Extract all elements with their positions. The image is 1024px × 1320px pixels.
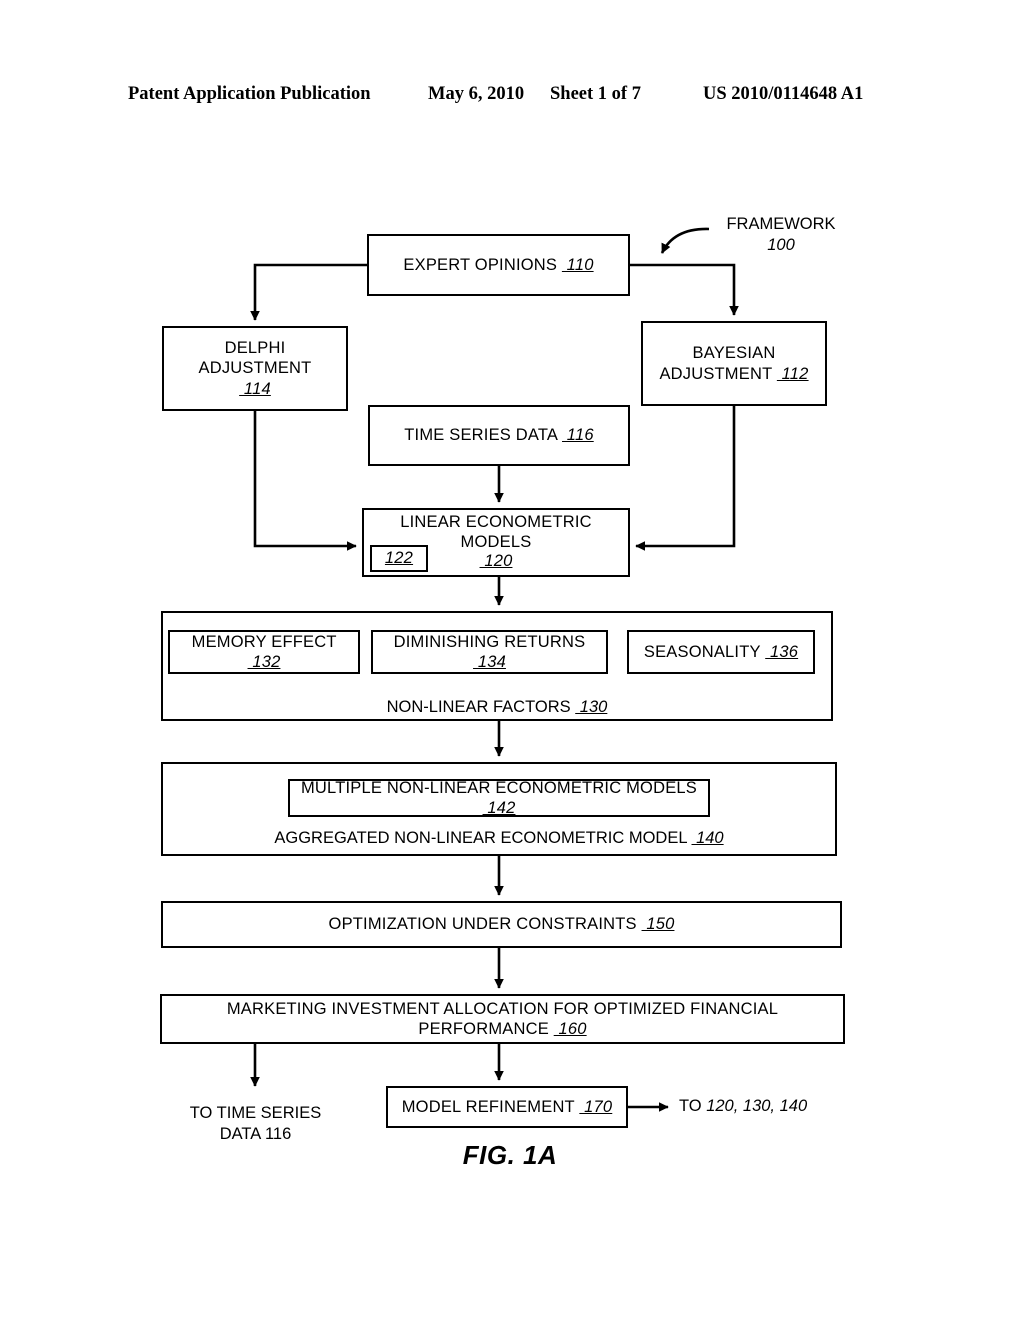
node-multiple-non-linear-models[interactable]: MULTIPLE NON-LINEAR ECONOMETRIC MODELS 1… [288, 779, 710, 817]
framework-label-text: FRAMEWORK [726, 215, 836, 233]
framework-label: FRAMEWORK 100 [716, 214, 846, 255]
node-expert-opinions-ref: 110 [561, 255, 594, 274]
node-seasonality-ref: 136 [765, 642, 799, 661]
node-expert-opinions-label: EXPERT OPINIONS [403, 255, 558, 274]
node-seasonality-label: SEASONALITY [643, 642, 761, 661]
node-diminishing-returns[interactable]: DIMINISHING RETURNS 134 [371, 630, 608, 674]
annotation-to-time-series-line1: TO TIME SERIES [189, 1104, 322, 1122]
node-marketing-allocation-ref: 160 [553, 1020, 587, 1038]
node-delphi-adjustment-ref: 114 [239, 379, 271, 398]
node-bayesian-adjustment-label-line2: ADJUSTMENT [659, 364, 773, 383]
node-linear-models-inner[interactable]: 122 [370, 545, 428, 572]
annotation-to-time-series-line2: DATA 116 [219, 1124, 292, 1143]
figure-caption: FIG. 1A [462, 1140, 558, 1170]
annotation-to-models-prefix: TO [679, 1097, 707, 1115]
group-aggregated-model-label: AGGREGATED NON-LINEAR ECONOMETRIC MODEL [274, 829, 687, 847]
node-time-series-data[interactable]: TIME SERIES DATA 116 [368, 405, 630, 466]
annotation-to-models-refs: 120, 130, 140 [706, 1097, 808, 1115]
node-model-refinement-label: MODEL REFINEMENT [401, 1097, 575, 1116]
node-model-refinement-ref: 170 [579, 1097, 613, 1116]
node-diminishing-returns-ref: 134 [473, 653, 506, 671]
patent-figure-page: Patent Application Publication May 6, 20… [0, 0, 1024, 1320]
node-bayesian-adjustment-label-line1: BAYESIAN [692, 344, 776, 363]
node-seasonality[interactable]: SEASONALITY 136 [627, 630, 815, 674]
node-delphi-adjustment-label: DELPHI ADJUSTMENT [198, 339, 312, 378]
node-marketing-investment-allocation[interactable]: MARKETING INVESTMENT ALLOCATION FOR OPTI… [160, 994, 845, 1044]
group-non-linear-factors-label: NON-LINEAR FACTORS [386, 698, 571, 716]
group-non-linear-factors-caption: NON-LINEAR FACTORS 130 [161, 697, 833, 718]
node-diminishing-returns-label: DIMINISHING RETURNS [393, 632, 586, 651]
node-model-refinement[interactable]: MODEL REFINEMENT 170 [386, 1086, 628, 1128]
annotation-to-models: TO 120, 130, 140 [679, 1096, 829, 1117]
node-time-series-data-label: TIME SERIES DATA [404, 426, 558, 445]
node-multiple-non-linear-models-ref: 142 [482, 799, 516, 817]
group-non-linear-factors-ref: 130 [575, 698, 608, 716]
node-linear-models-inner-ref: 122 [384, 549, 414, 568]
annotation-to-time-series-data: TO TIME SERIES DATA 116 [178, 1103, 333, 1144]
framework-ref: 100 [767, 235, 795, 254]
node-bayesian-adjustment[interactable]: BAYESIAN ADJUSTMENT 112 [641, 321, 827, 406]
node-memory-effect[interactable]: MEMORY EFFECT 132 [168, 630, 360, 674]
node-memory-effect-label: MEMORY EFFECT [191, 632, 337, 651]
node-marketing-allocation-label: MARKETING INVESTMENT ALLOCATION FOR OPTI… [226, 999, 779, 1038]
node-linear-econometric-models-ref: 120 [479, 552, 513, 571]
node-multiple-non-linear-models-label: MULTIPLE NON-LINEAR ECONOMETRIC MODELS [300, 778, 697, 797]
node-optimization-ref: 150 [641, 915, 675, 934]
node-optimization-label: OPTIMIZATION UNDER CONSTRAINTS [328, 915, 637, 934]
node-delphi-adjustment[interactable]: DELPHI ADJUSTMENT 114 [162, 326, 348, 411]
flow-diagram: FRAMEWORK 100 EXPERT OPINIONS 110 DELPHI… [0, 0, 1024, 1320]
node-time-series-data-ref: 116 [562, 426, 594, 445]
node-optimization-under-constraints[interactable]: OPTIMIZATION UNDER CONSTRAINTS 150 [161, 901, 842, 948]
group-aggregated-model-caption: AGGREGATED NON-LINEAR ECONOMETRIC MODEL … [161, 828, 837, 849]
node-expert-opinions[interactable]: EXPERT OPINIONS 110 [367, 234, 630, 296]
node-bayesian-adjustment-ref: 112 [776, 364, 809, 383]
node-memory-effect-ref: 132 [247, 653, 281, 671]
group-aggregated-model-ref: 140 [691, 829, 724, 847]
node-linear-econometric-models[interactable]: LINEAR ECONOMETRIC MODELS 120 122 [362, 508, 630, 577]
